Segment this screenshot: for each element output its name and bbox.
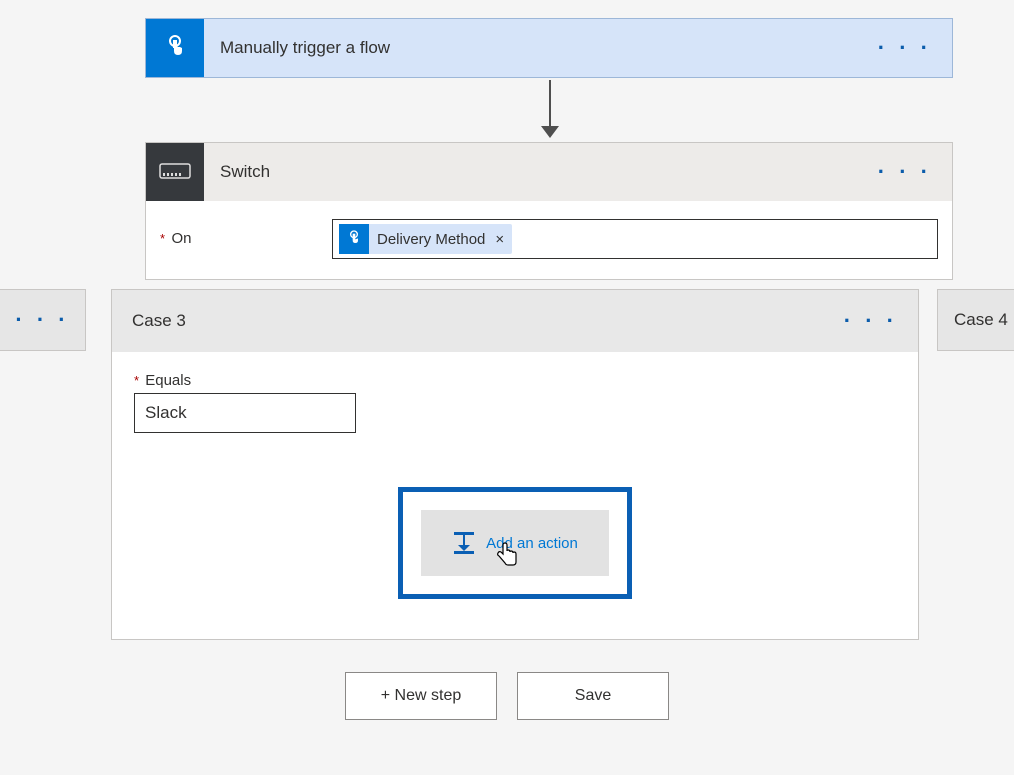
case-prev-card[interactable]: · · · [0, 289, 86, 351]
equals-input[interactable] [134, 393, 356, 433]
switch-body: * On Delivery Method × [146, 201, 952, 279]
case-menu-button[interactable]: · · · [844, 310, 898, 332]
new-step-button[interactable]: + New step [345, 672, 497, 720]
trigger-menu-button[interactable]: · · · [878, 37, 932, 59]
dynamic-content-token[interactable]: Delivery Method × [339, 224, 512, 254]
switch-header[interactable]: Switch · · · [146, 143, 952, 201]
case-title: Case 3 [132, 311, 186, 331]
new-step-label: + New step [381, 687, 461, 705]
add-action-button[interactable]: Add an action [421, 510, 609, 576]
required-asterisk: * [134, 373, 139, 388]
case-header[interactable]: Case 3 · · · [112, 290, 918, 352]
token-icon [339, 224, 369, 254]
token-label: Delivery Method [377, 231, 485, 248]
case-prev-menu-button[interactable]: · · · [15, 309, 69, 331]
cursor-icon [497, 540, 521, 570]
switch-card: Switch · · · * On Delivery Method × [145, 142, 953, 280]
trigger-title: Manually trigger a flow [220, 38, 390, 58]
switch-menu-button[interactable]: · · · [878, 161, 932, 183]
switch-on-label: On [172, 230, 192, 247]
switch-title: Switch [220, 162, 270, 182]
equals-label-wrap: * Equals [134, 372, 896, 389]
touch-icon [163, 35, 187, 61]
case-next-title: Case 4 [954, 310, 1008, 330]
case-body: * Equals Add an action [112, 352, 918, 639]
equals-label: Equals [145, 372, 191, 389]
switch-icon [159, 163, 191, 181]
save-button[interactable]: Save [517, 672, 669, 720]
connector-arrow [549, 80, 551, 138]
bottom-button-row: + New step Save [0, 672, 1014, 720]
case-card: Case 3 · · · * Equals Add an action [111, 289, 919, 640]
add-action-highlight: Add an action [398, 487, 632, 599]
switch-on-input[interactable]: Delivery Method × [332, 219, 938, 259]
trigger-card[interactable]: Manually trigger a flow · · · [145, 18, 953, 78]
switch-icon-box [146, 143, 204, 201]
save-label: Save [575, 687, 611, 705]
add-action-icon [452, 532, 476, 554]
switch-on-label-wrap: * On [160, 230, 192, 248]
token-remove-button[interactable]: × [495, 231, 504, 248]
required-asterisk: * [160, 231, 165, 246]
touch-icon [346, 230, 362, 248]
case-next-card[interactable]: Case 4 [937, 289, 1014, 351]
manual-trigger-icon [146, 19, 204, 77]
